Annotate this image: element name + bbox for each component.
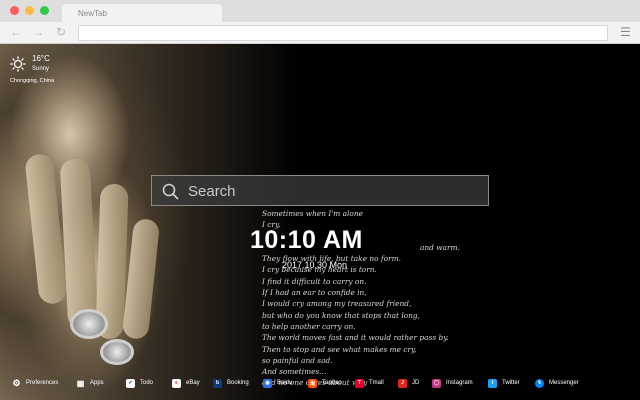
shortcut-label: eBay [186, 380, 200, 386]
shortcut-baidu[interactable]: ◉ Baidu [263, 376, 292, 390]
shortcut-label: Taobao [322, 380, 342, 386]
photo-ring [100, 339, 134, 365]
clock-date: 2017.10.30 Mon [282, 260, 348, 270]
maximize-window-button[interactable] [40, 6, 49, 15]
shortcut-label: Booking [227, 380, 249, 386]
minimize-window-button[interactable] [25, 6, 34, 15]
tab-title: NewTab [78, 9, 107, 18]
photo-finger [121, 217, 161, 341]
preferences-button[interactable]: ⚙ Preferences [12, 376, 58, 390]
poem-line: but who do you know that stops that long… [262, 310, 420, 320]
gear-icon: ⚙ [12, 377, 21, 388]
twitter-icon: t [488, 378, 497, 388]
taobao-icon: 淘 [308, 378, 317, 388]
poem-line: I would cry among my treasured friend, [262, 299, 412, 309]
shortcut-label: Twitter [502, 380, 520, 386]
reload-icon[interactable]: ↻ [56, 25, 66, 39]
clock-time: 10:10 AM [250, 226, 363, 254]
shortcut-jd[interactable]: J JD [398, 376, 419, 390]
newtab-page: 16°C Sunny Chongqing, China Sometimes wh… [0, 44, 640, 400]
shortcut-taobao[interactable]: 淘 Taobao [308, 376, 342, 390]
baidu-icon: ◉ [263, 378, 272, 388]
poem-fragment: and warm. [420, 242, 460, 252]
booking-icon: b [213, 378, 222, 388]
shortcut-tmall[interactable]: T Tmall [355, 376, 384, 390]
hamburger-menu-icon[interactable]: ☰ [620, 25, 631, 39]
apps-grid-icon: ▦ [76, 378, 85, 388]
poem-line: The world moves fast and it would rather… [262, 333, 449, 343]
bottom-shortcut-bar: ⚙ Preferences ▦ Apps ✓ Todo e eBay b Boo… [0, 376, 640, 390]
weather-temperature: 16°C [32, 54, 50, 63]
jd-icon: J [398, 378, 407, 388]
poem-line: to help another carry on. [262, 321, 356, 331]
sun-icon [10, 56, 26, 72]
shortcut-label: Baidu [277, 380, 293, 386]
photo-ring [70, 309, 108, 339]
shortcut-booking[interactable]: b Booking [213, 376, 249, 390]
poem-line: Then to stop and see what makes me cry, [262, 344, 417, 354]
shortcut-label: Tmall [369, 380, 384, 386]
instagram-icon: ◯ [432, 378, 441, 388]
shortcut-label: Instagram [446, 380, 473, 386]
background-photo [0, 44, 300, 400]
address-bar[interactable] [78, 25, 608, 41]
shortcut-label: Apps [90, 380, 104, 386]
close-window-button[interactable] [10, 6, 19, 15]
shortcut-todo[interactable]: ✓ Todo [126, 376, 153, 390]
poem-line: I find it difficult to carry on. [262, 276, 367, 286]
back-arrow-icon[interactable]: ← [10, 25, 22, 39]
shortcut-label: Messenger [549, 380, 579, 386]
apps-button[interactable]: ▦ Apps [76, 376, 104, 390]
tab-newtab[interactable]: NewTab [62, 4, 222, 22]
poem-line: Sometimes when I'm alone [262, 209, 363, 218]
tmall-icon: T [355, 378, 364, 388]
forward-arrow-icon[interactable]: → [32, 25, 44, 39]
shortcut-label: Preferences [26, 380, 59, 386]
shortcut-messenger[interactable]: ↯ Messenger [535, 376, 579, 390]
shortcut-instagram[interactable]: ◯ Instagram [432, 376, 473, 390]
browser-window: NewTab ← → ↻ ☰ 16°C Sunny Chongqing, Chi… [0, 0, 640, 400]
messenger-icon: ↯ [535, 378, 544, 388]
poem-line: so painful and sad. [262, 355, 333, 365]
weather-condition: Sunny [32, 66, 50, 72]
shortcut-label: JD [412, 380, 420, 386]
title-bar: NewTab [0, 0, 640, 22]
search-input[interactable] [188, 180, 478, 202]
ebay-icon: e [172, 378, 181, 388]
search-icon[interactable] [162, 183, 179, 200]
browser-toolbar: ← → ↻ ☰ [0, 22, 640, 44]
shortcut-twitter[interactable]: t Twitter [488, 376, 520, 390]
photo-finger [59, 158, 99, 330]
weather-location: Chongqing, China [10, 78, 55, 84]
poem-line: If I had an ear to confide in, [262, 288, 367, 298]
shortcut-ebay[interactable]: e eBay [172, 376, 200, 390]
shortcut-label: Todo [140, 380, 154, 386]
search-box[interactable] [151, 175, 489, 206]
checkbox-icon: ✓ [126, 378, 135, 388]
